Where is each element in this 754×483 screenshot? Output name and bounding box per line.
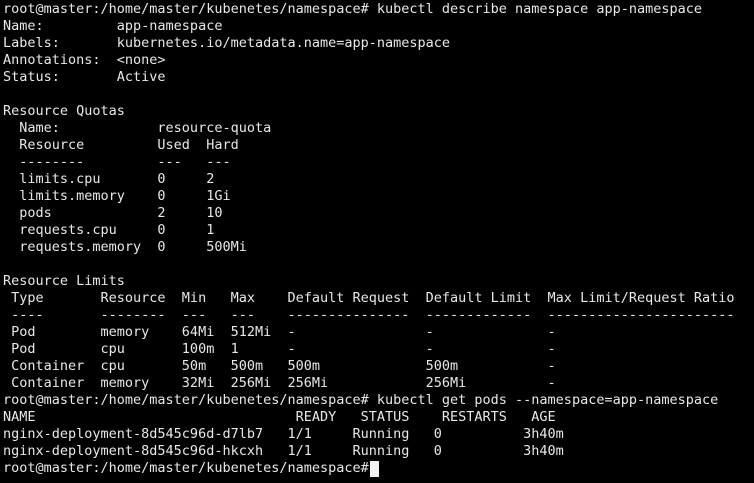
command-line-get-pods: root@master:/home/master/kubenetes/names…: [3, 392, 719, 408]
limits-row: Pod memory 64Mi 512Mi - - -: [3, 324, 556, 340]
quota-row: requests.cpu 0 1: [3, 222, 215, 238]
limits-row: Container memory 32Mi 256Mi 256Mi 256Mi …: [3, 375, 556, 391]
limits-table-header: Type Resource Min Max Default Request De…: [3, 290, 735, 306]
quota-name-line: Name: resource-quota: [3, 120, 272, 136]
resource-limits-heading: Resource Limits: [3, 273, 125, 289]
quota-table-header: Resource Used Hard: [3, 137, 239, 153]
quota-table-divider: -------- --- ---: [3, 154, 231, 170]
shell-prompt[interactable]: root@master:/home/master/kubenetes/names…: [3, 460, 377, 477]
quota-row: requests.memory 0 500Mi: [3, 239, 247, 255]
terminal-window[interactable]: root@master:/home/master/kubenetes/names…: [0, 0, 754, 483]
quota-row: limits.memory 0 1Gi: [3, 188, 231, 204]
quota-row: limits.cpu 0 2: [3, 171, 215, 187]
output-name-line: Name: app-namespace: [3, 18, 223, 34]
output-labels-line: Labels: kubernetes.io/metadata.name=app-…: [3, 35, 451, 51]
limits-row: Pod cpu 100m 1 - - -: [3, 341, 556, 357]
quota-row: pods 2 10: [3, 205, 223, 221]
resource-quotas-heading: Resource Quotas: [3, 103, 125, 119]
limits-row: Container cpu 50m 500m 500m 500m -: [3, 358, 556, 374]
pods-row: nginx-deployment-8d545c96d-hkcxh 1/1 Run…: [3, 443, 564, 459]
pods-table-header: NAME READY STATUS RESTARTS AGE: [3, 409, 556, 425]
output-annotations-line: Annotations: <none>: [3, 52, 166, 68]
output-status-line: Status: Active: [3, 69, 166, 85]
text-cursor: [370, 461, 379, 477]
pods-row: nginx-deployment-8d545c96d-d7lb7 1/1 Run…: [3, 426, 564, 442]
command-line-describe: root@master:/home/master/kubenetes/names…: [3, 1, 702, 17]
limits-table-divider: ---- -------- --- --- --------------- --…: [3, 307, 735, 323]
